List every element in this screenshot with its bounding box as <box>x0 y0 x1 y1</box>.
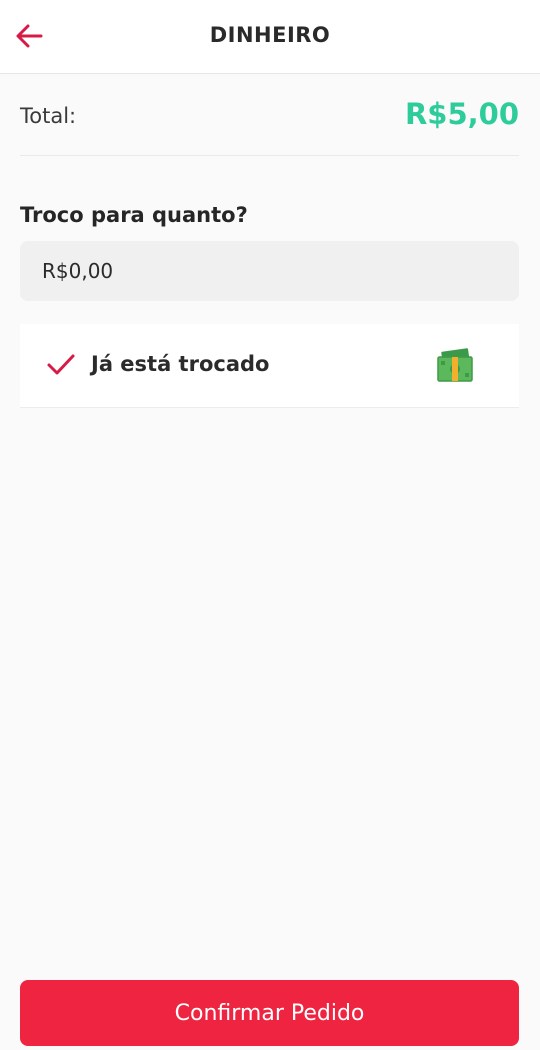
total-row: Total: R$5,00 <box>20 95 519 156</box>
total-value: R$5,00 <box>404 97 519 131</box>
page-title: DINHEIRO <box>209 23 331 47</box>
change-amount-label: Troco para quanto? <box>20 203 248 227</box>
total-label: Total: <box>20 104 77 128</box>
confirm-order-button[interactable]: Confirmar Pedido <box>20 980 519 1046</box>
top-app-bar: DINHEIRO <box>0 0 540 74</box>
cash-icon <box>437 348 473 382</box>
already-changed-option[interactable]: Já está trocado <box>20 324 519 408</box>
change-amount-input[interactable] <box>20 241 519 301</box>
checkmark-icon <box>47 354 75 375</box>
already-changed-label: Já está trocado <box>91 352 270 376</box>
